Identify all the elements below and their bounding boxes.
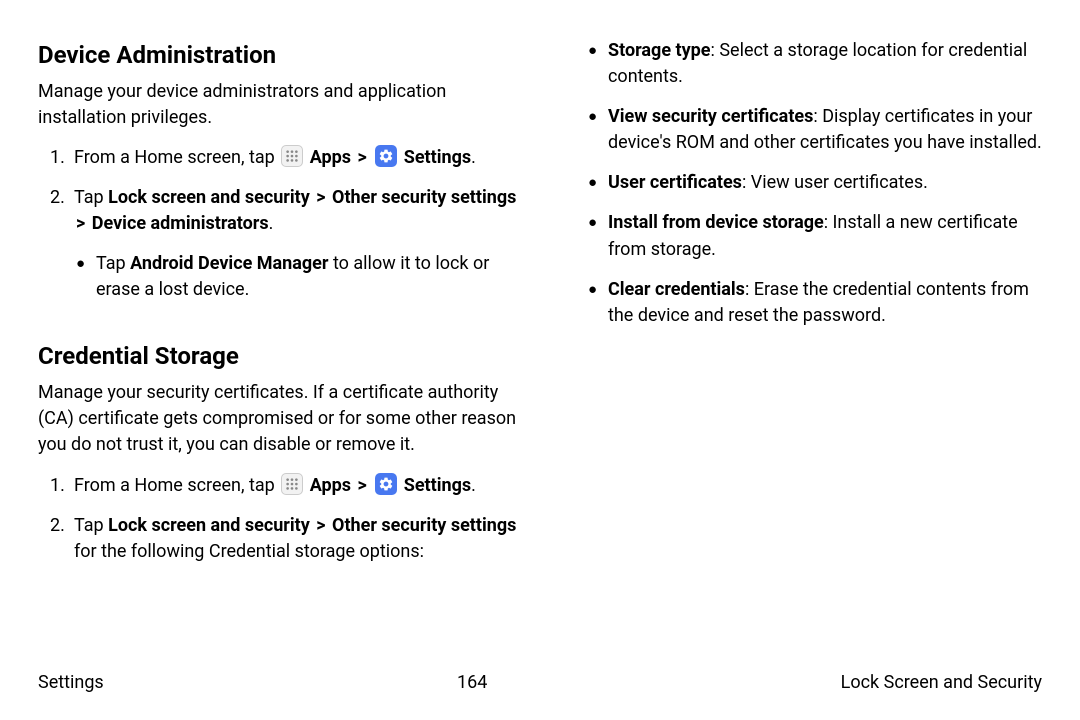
option-storage-type: ● Storage type: Select a storage locatio…	[588, 38, 1042, 90]
apps-icon	[281, 473, 303, 495]
footer-left: Settings	[38, 670, 104, 696]
option-clear-credentials: ● Clear credentials: Erase the credentia…	[588, 277, 1042, 329]
option-view-security-certificates: ● View security certificates: Display ce…	[588, 104, 1042, 156]
credential-step-2: 2. Tap Lock screen and security > Other …	[50, 513, 520, 565]
device-admin-step-1: 1. From a Home screen, tap Apps > Settin…	[50, 145, 520, 171]
device-admin-step-2: 2. Tap Lock screen and security > Other …	[50, 185, 520, 237]
device-admin-description: Manage your device administrators and ap…	[38, 79, 520, 131]
option-install-from-storage: ● Install from device storage: Install a…	[588, 210, 1042, 262]
device-admin-bullet-1: ● Tap Android Device Manager to allow it…	[76, 251, 520, 303]
settings-icon	[375, 473, 397, 495]
right-column: ● Storage type: Select a storage locatio…	[560, 38, 1042, 660]
left-column: Device Administration Manage your device…	[38, 38, 520, 660]
credential-storage-description: Manage your security certificates. If a …	[38, 380, 520, 458]
settings-icon	[375, 145, 397, 167]
device-admin-heading: Device Administration	[38, 38, 520, 73]
page-number: 164	[457, 670, 487, 696]
content-columns: Device Administration Manage your device…	[38, 38, 1042, 660]
footer-right: Lock Screen and Security	[841, 670, 1042, 696]
credential-storage-heading: Credential Storage	[38, 339, 520, 374]
apps-icon	[281, 145, 303, 167]
credential-step-1: 1. From a Home screen, tap Apps > Settin…	[50, 473, 520, 499]
option-user-certificates: ● User certificates: View user certifica…	[588, 170, 1042, 196]
page-footer: Settings 164 Lock Screen and Security	[38, 660, 1042, 720]
